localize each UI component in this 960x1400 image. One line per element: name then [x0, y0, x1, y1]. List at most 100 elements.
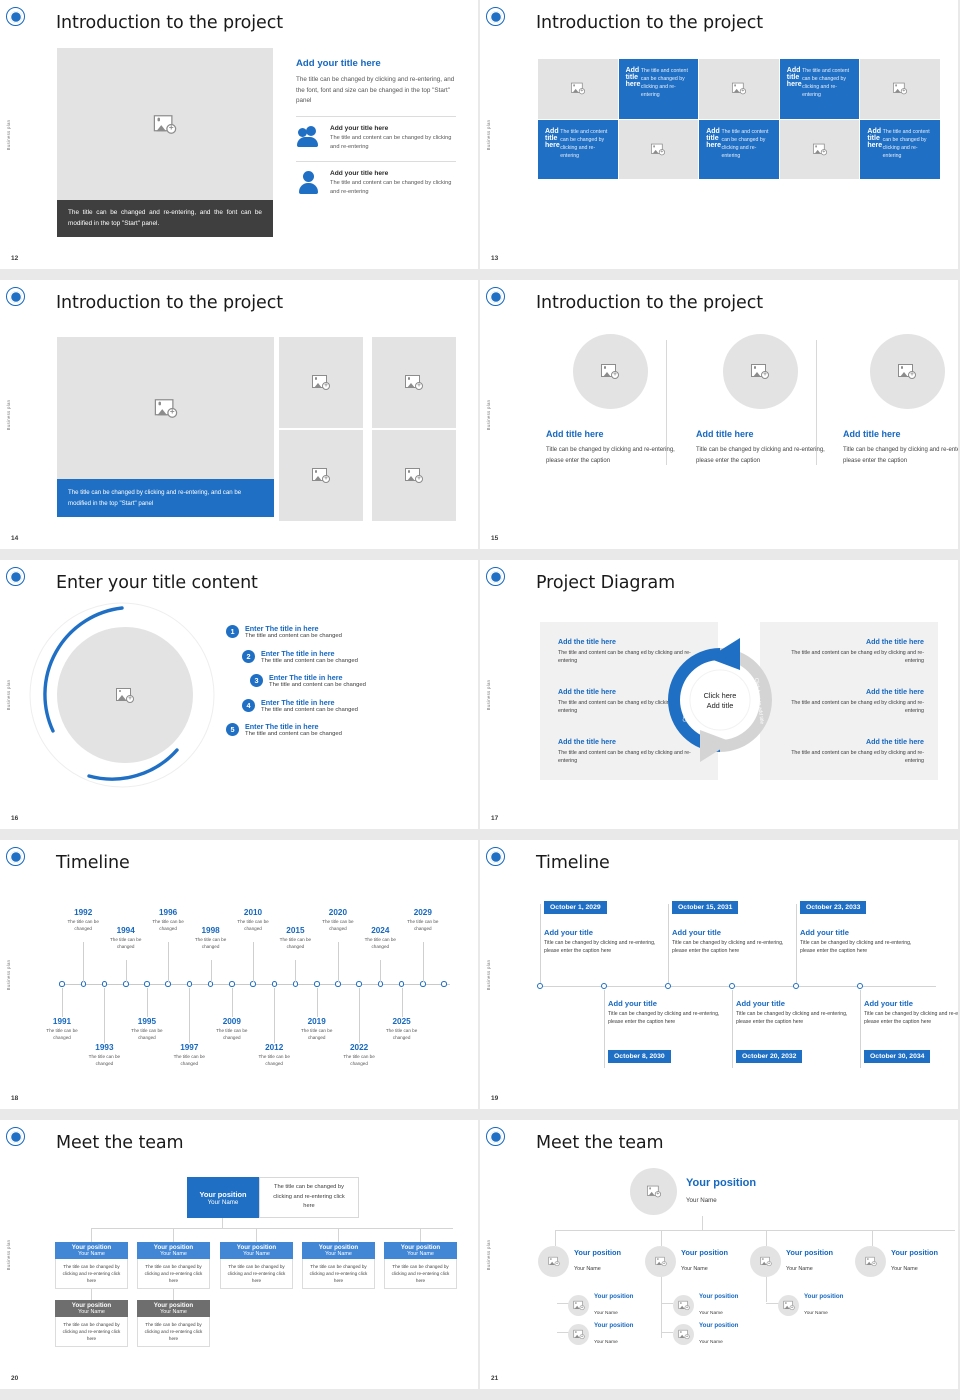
grid-cell-image[interactable]: + [699, 59, 779, 119]
timeline-node[interactable] [229, 981, 235, 987]
feature-column[interactable]: + Add title here Title can be changed by… [540, 334, 680, 467]
timeline-node[interactable] [857, 983, 863, 989]
team-node[interactable]: +Your positionYour Name [778, 1292, 843, 1319]
timeline-node[interactable] [314, 981, 320, 987]
list-item[interactable]: 5Enter The title in hereThe title and co… [226, 722, 441, 737]
avatar[interactable]: + [778, 1295, 799, 1316]
timeline-event-below[interactable]: 1993The title can be changed [81, 1043, 127, 1067]
team-node[interactable]: +Your positionYour Name [673, 1321, 738, 1348]
avatar[interactable]: + [568, 1295, 589, 1316]
timeline-node[interactable] [123, 981, 129, 987]
org-node[interactable]: Your positionYour NameThe title can be c… [384, 1242, 457, 1289]
timeline-event-below[interactable]: 2019The title can be changed [294, 1017, 340, 1041]
timeline-event-above[interactable]: 2020The title can be changed [315, 908, 361, 932]
slide-18[interactable]: Business plan Timeline 18 1992The title … [0, 840, 478, 1109]
timeline-event-above[interactable]: Add your titleTitle can be changed by cl… [672, 928, 800, 955]
team-node[interactable]: +Your positionYour Name [538, 1246, 621, 1277]
timeline-node[interactable] [144, 981, 150, 987]
team-head-node[interactable]: + Your position Your Name [630, 1168, 756, 1215]
timeline-node[interactable] [537, 983, 543, 989]
timeline-node[interactable] [102, 981, 108, 987]
cycle-diagram[interactable]: Click here to add title Click here to ad… [660, 628, 780, 773]
timeline-date-badge[interactable]: October 23, 2033 [800, 901, 866, 914]
grid-cell-text[interactable]: Add title hereThe title and content can … [699, 120, 779, 180]
timeline-event-above[interactable]: 2010The title can be changed [230, 908, 276, 932]
tile-image-placeholder[interactable]: + [372, 430, 456, 521]
timeline-node[interactable] [293, 981, 299, 987]
org-head-node[interactable]: Your position Your Name [187, 1177, 259, 1218]
timeline-node[interactable] [335, 981, 341, 987]
grid-cell-text[interactable]: Add title hereThe title and content can … [619, 59, 699, 119]
avatar[interactable]: + [630, 1168, 677, 1215]
timeline-event-above[interactable]: 1994The title can be changed [103, 926, 149, 950]
timeline-event-above[interactable]: Add your titleTitle can be changed by cl… [800, 928, 928, 955]
image-caption[interactable]: The title can be changed by clicking and… [57, 479, 274, 517]
timeline-event-below[interactable]: 2022The title can be changed [336, 1043, 382, 1067]
timeline-event-above[interactable]: 1992The title can be changed [60, 908, 106, 932]
list-item[interactable]: 4Enter The title in hereThe title and co… [242, 698, 441, 713]
info-block[interactable]: Add the title hereThe title and content … [779, 688, 924, 716]
slide-16[interactable]: Business plan Enter your title content 1… [0, 560, 478, 829]
avatar[interactable]: + [855, 1246, 886, 1277]
content-heading[interactable]: Add your title here [296, 58, 456, 69]
timeline-date-badge[interactable]: October 1, 2029 [544, 901, 607, 914]
timeline-date-badge[interactable]: October 30, 2034 [864, 1050, 930, 1063]
circle-image-placeholder[interactable]: + [723, 334, 798, 409]
team-node[interactable]: +Your positionYour Name [673, 1292, 738, 1319]
grid-cell-text[interactable]: Add title hereThe title and content can … [780, 59, 860, 119]
slide-17[interactable]: Business plan Project Diagram 17 Add the… [480, 560, 958, 829]
grid-cell-image[interactable]: + [538, 59, 618, 119]
grid-cell-text[interactable]: Add title hereThe title and content can … [538, 120, 618, 180]
timeline-event-above[interactable]: 1996The title can be changed [145, 908, 191, 932]
avatar[interactable]: + [673, 1295, 694, 1316]
timeline-event-below[interactable]: 1997The title can be changed [166, 1043, 212, 1067]
timeline-node[interactable] [250, 981, 256, 987]
timeline-date-badge[interactable]: October 15, 2031 [672, 901, 738, 914]
org-node[interactable]: Your positionYour NameThe title can be c… [55, 1300, 128, 1347]
image-placeholder[interactable]: + [57, 48, 273, 200]
timeline-node[interactable] [208, 981, 214, 987]
list-item[interactable]: 2Enter The title in hereThe title and co… [242, 649, 441, 664]
timeline-node[interactable] [272, 981, 278, 987]
image-caption[interactable]: The title can be changed and re-entering… [57, 200, 273, 237]
grid-cell-image[interactable]: + [619, 120, 699, 180]
org-node[interactable]: Your positionYour NameThe title can be c… [220, 1242, 293, 1289]
avatar[interactable]: + [673, 1324, 694, 1345]
slide-21[interactable]: Business plan Meet the team 21 + Your po… [480, 1120, 958, 1389]
timeline-event-below[interactable]: Add your titleTitle can be changed by cl… [864, 999, 958, 1026]
info-block[interactable]: Add the title hereThe title and content … [779, 738, 924, 766]
slide-20[interactable]: Business plan Meet the team 20 Your posi… [0, 1120, 478, 1389]
slide-13[interactable]: Business plan Introduction to the projec… [480, 0, 958, 269]
timeline-event-below[interactable]: Add your titleTitle can be changed by cl… [736, 999, 864, 1026]
tile-image-placeholder[interactable]: + [279, 430, 363, 521]
avatar[interactable]: + [750, 1246, 781, 1277]
timeline-date-badge[interactable]: October 20, 2032 [736, 1050, 802, 1063]
avatar[interactable]: + [645, 1246, 676, 1277]
timeline-event-above[interactable]: 2015The title can be changed [272, 926, 318, 950]
list-item[interactable]: Add your title here The title and conten… [296, 170, 456, 197]
timeline-event-above[interactable]: Add your titleTitle can be changed by cl… [544, 928, 672, 955]
slide-12[interactable]: Business plan Introduction to the projec… [0, 0, 478, 269]
timeline-event-below[interactable]: 1991The title can be changed [39, 1017, 85, 1041]
org-node[interactable]: Your positionYour NameThe title can be c… [55, 1242, 128, 1289]
grid-cell-image[interactable]: + [780, 120, 860, 180]
timeline-node[interactable] [793, 983, 799, 989]
org-head-note[interactable]: The title can be changed by clicking and… [259, 1177, 359, 1218]
timeline-event-below[interactable]: 2009The title can be changed [209, 1017, 255, 1041]
slide-19[interactable]: Business plan Timeline 19 October 1, 202… [480, 840, 958, 1109]
timeline-event-above[interactable]: 2024The title can be changed [357, 926, 403, 950]
grid-cell-text[interactable]: Add title hereThe title and content can … [860, 120, 940, 180]
org-node[interactable]: Your positionYour NameThe title can be c… [302, 1242, 375, 1289]
feature-column[interactable]: + Add title here Title can be changed by… [690, 334, 830, 467]
timeline-date-badge[interactable]: October 8, 2030 [608, 1050, 671, 1063]
timeline-event-below[interactable]: 1995The title can be changed [124, 1017, 170, 1041]
timeline-event-above[interactable]: 2029The title can be changed [400, 908, 446, 932]
timeline-node[interactable] [441, 981, 447, 987]
timeline-node[interactable] [601, 983, 607, 989]
timeline-node[interactable] [81, 981, 87, 987]
timeline-event-below[interactable]: Add your titleTitle can be changed by cl… [608, 999, 736, 1026]
timeline-node[interactable] [356, 981, 362, 987]
tile-image-placeholder[interactable]: + [372, 337, 456, 428]
timeline-event-above[interactable]: 1998The title can be changed [188, 926, 234, 950]
list-item[interactable]: 1Enter The title in hereThe title and co… [226, 624, 441, 639]
